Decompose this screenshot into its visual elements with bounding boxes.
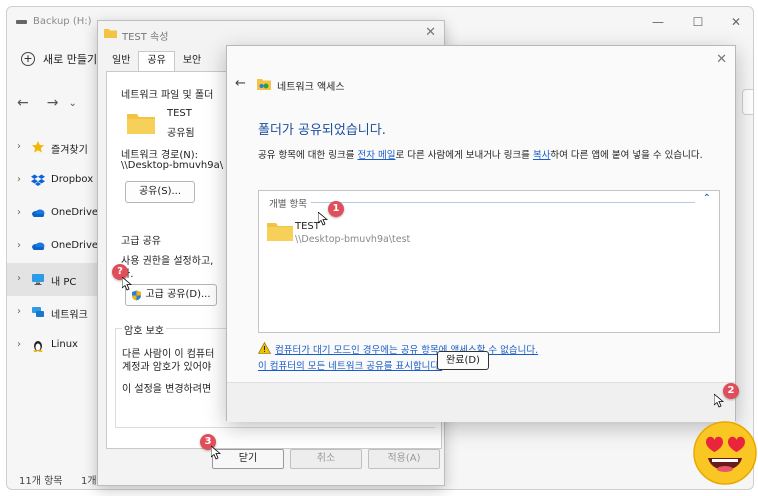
dialog-header: 네트워크 액세스 bbox=[277, 82, 345, 93]
share-button[interactable]: 공유(S)... bbox=[125, 181, 195, 203]
folder-name: TEST bbox=[167, 108, 192, 119]
drive-icon bbox=[16, 20, 27, 24]
forward-arrow-icon[interactable]: → bbox=[47, 95, 59, 111]
cursor-icon bbox=[714, 394, 724, 408]
item-name: TEST bbox=[295, 221, 320, 232]
properties-tabs: 일반 공유 보안 bbox=[104, 51, 209, 71]
password-desc-line2: 계정과 암호가 있어야 bbox=[122, 362, 212, 373]
sidebar-item-label: Linux bbox=[51, 339, 78, 350]
shared-folder-icon bbox=[257, 79, 271, 90]
group-label: 고급 공유 bbox=[121, 236, 161, 247]
warning-icon bbox=[258, 342, 271, 354]
back-arrow-icon[interactable]: ← bbox=[235, 76, 246, 91]
dialog-description: 공유 항목에 대한 링크를 전자 메일로 다른 사람에게 보내거나 링크를 복사… bbox=[258, 149, 726, 163]
cursor-icon bbox=[211, 446, 221, 460]
chevron-right-icon: › bbox=[17, 339, 21, 350]
sidebar-item-label: Dropbox bbox=[51, 174, 94, 185]
item-path: \\Desktop-bmuvh9a\test bbox=[295, 234, 411, 245]
dialog-title: 폴더가 공유되었습니다. bbox=[258, 123, 386, 138]
folder-icon bbox=[127, 114, 155, 134]
copy-link[interactable]: 복사 bbox=[533, 150, 550, 161]
folder-icon bbox=[104, 29, 117, 38]
sidebar-item-label: 내 PC bbox=[51, 277, 77, 288]
close-icon[interactable]: ✕ bbox=[425, 25, 436, 40]
standby-warning-link[interactable]: 컴퓨터가 대기 모드인 경우에는 공유 항목에 액세스할 수 없습니다. bbox=[275, 342, 538, 356]
sidebar-item-label: 즐겨찾기 bbox=[51, 145, 88, 156]
password-desc-line3: 이 설정을 변경하려면 bbox=[122, 384, 212, 395]
cancel-button[interactable]: 취소 bbox=[290, 449, 362, 469]
chevron-right-icon: › bbox=[17, 174, 21, 185]
linux-icon bbox=[33, 341, 43, 352]
new-button[interactable]: + 새로 만들기 bbox=[21, 51, 97, 67]
close-icon[interactable]: ✕ bbox=[725, 13, 747, 31]
chevron-right-icon: › bbox=[17, 273, 21, 284]
show-all-shares-link[interactable]: 이 컴퓨터의 모든 네트워크 공유를 표시합니다. bbox=[258, 358, 442, 372]
explorer-title: Backup (H:) bbox=[33, 16, 92, 27]
network-path-value: \\Desktop-bmuvh9a\ bbox=[121, 160, 224, 171]
monitor-icon bbox=[32, 274, 44, 285]
close-icon[interactable]: ✕ bbox=[716, 52, 727, 67]
network-icon bbox=[32, 307, 44, 317]
dropbox-icon bbox=[31, 174, 45, 186]
new-button-label: 새로 만들기 bbox=[43, 53, 98, 66]
desc-text: 로 다른 사람에게 보내거나 링크를 bbox=[395, 150, 533, 161]
network-path-label: 네트워크 경로(N): bbox=[121, 150, 199, 161]
email-link[interactable]: 전자 메일 bbox=[357, 150, 395, 161]
dialog-footer bbox=[227, 382, 735, 422]
desc-text: 공유 항목에 대한 링크를 bbox=[258, 150, 358, 161]
shield-icon bbox=[132, 290, 142, 300]
tab-general[interactable]: 일반 bbox=[104, 53, 138, 71]
group-label: 네트워크 파일 및 폴더 bbox=[121, 90, 214, 101]
advanced-sharing-label: 고급 공유(D)... bbox=[145, 289, 211, 300]
chevron-right-icon: › bbox=[17, 240, 21, 251]
close-button[interactable]: 닫기 bbox=[212, 449, 284, 469]
heart-eyes-emoji-icon bbox=[693, 421, 757, 485]
apply-button[interactable]: 적용(A) bbox=[368, 449, 440, 469]
group-label: 암호 보호 bbox=[122, 322, 166, 337]
cursor-icon bbox=[318, 212, 328, 226]
done-button[interactable]: 완료(D) bbox=[437, 351, 489, 370]
advanced-desc-line1: 사용 권한을 설정하고, bbox=[121, 256, 214, 267]
plus-icon: + bbox=[21, 52, 35, 66]
chevron-right-icon: › bbox=[17, 207, 21, 218]
desc-text: 하여 다른 앱에 붙여 넣을 수 있습니다. bbox=[550, 150, 703, 161]
chevron-right-icon: › bbox=[17, 306, 21, 317]
status-item-count: 11개 항목 bbox=[19, 476, 63, 487]
step-marker-2: 2 bbox=[723, 383, 739, 399]
chevron-up-icon[interactable]: ⌃ bbox=[703, 193, 711, 204]
back-arrow-icon[interactable]: ← bbox=[17, 95, 29, 111]
star-icon bbox=[32, 141, 44, 153]
folder-share-status: 공유됨 bbox=[167, 128, 195, 139]
maximize-icon[interactable]: ☐ bbox=[687, 13, 709, 31]
step-marker-1: 1 bbox=[328, 201, 344, 217]
chevron-down-icon[interactable]: ⌄ bbox=[68, 98, 76, 111]
list-header: 개별 항목 bbox=[269, 196, 311, 210]
cloud-icon bbox=[32, 209, 45, 217]
search-box-edge[interactable] bbox=[742, 89, 753, 115]
chevron-right-icon: › bbox=[17, 141, 21, 152]
advanced-sharing-button[interactable]: 고급 공유(D)... bbox=[125, 284, 217, 306]
cursor-icon bbox=[122, 277, 132, 291]
minimize-icon[interactable]: — bbox=[647, 13, 669, 31]
sidebar-item-label: 네트워크 bbox=[51, 310, 88, 321]
cloud-icon bbox=[32, 242, 45, 250]
properties-title: TEST 속성 bbox=[122, 32, 169, 43]
tab-security[interactable]: 보안 bbox=[175, 53, 209, 71]
tab-sharing[interactable]: 공유 bbox=[138, 51, 175, 71]
explorer-nav: ← → ⌄ bbox=[17, 95, 77, 111]
folder-icon bbox=[267, 223, 293, 241]
